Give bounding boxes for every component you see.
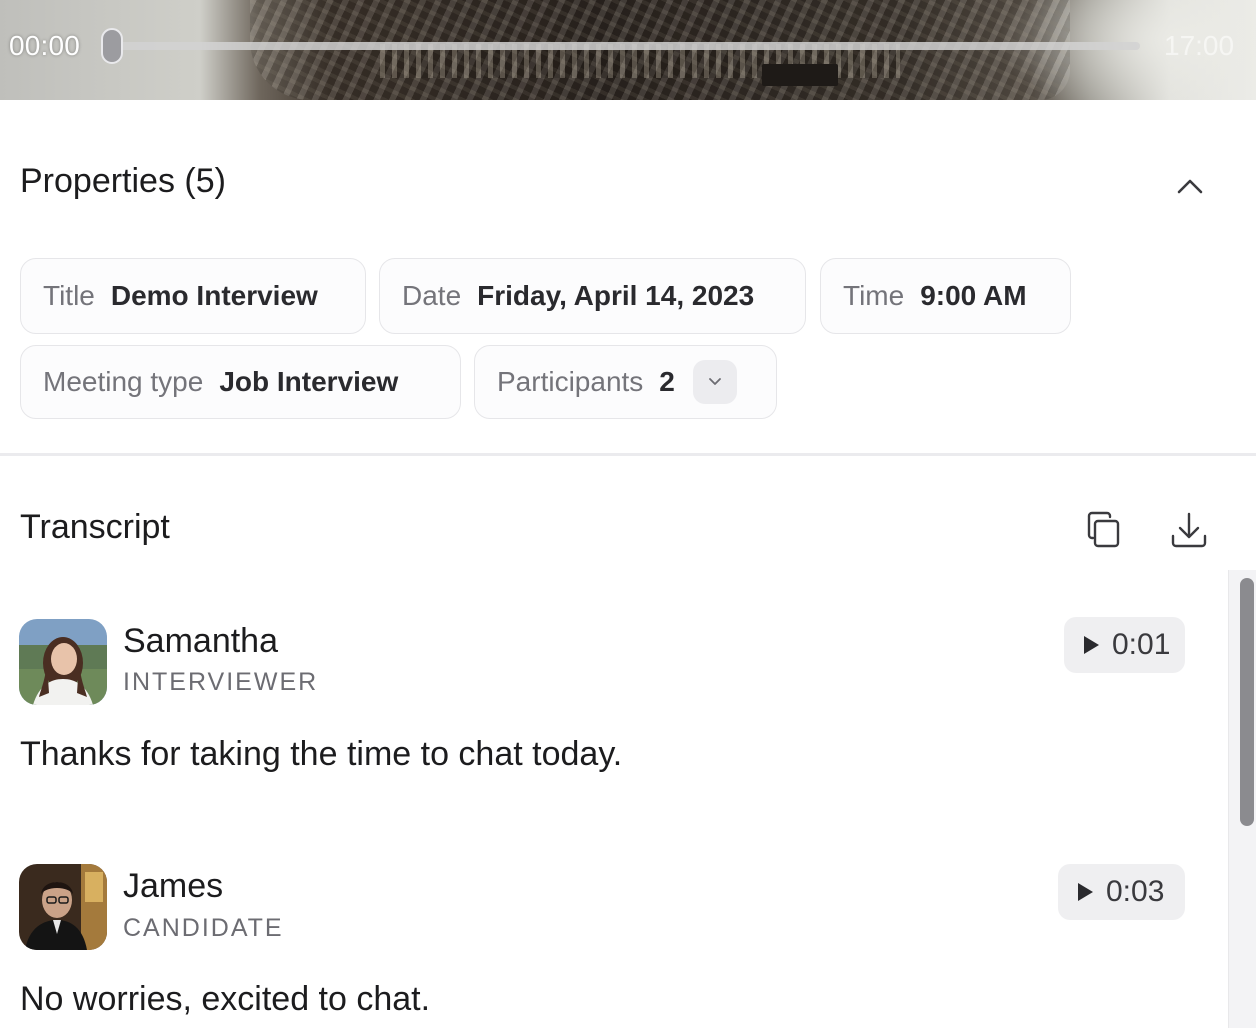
current-time-label: 00:00 [9,30,81,61]
property-value: Job Interview [219,366,399,397]
video-frame-logo-patch [762,64,838,86]
properties-heading: Properties (5) [20,162,226,200]
play-icon [1076,882,1094,902]
timestamp-label: 0:01 [1112,628,1171,661]
participants-dropdown-button[interactable] [692,360,737,404]
copy-icon [1087,511,1120,548]
speaker-name: James [123,867,224,905]
property-key: Participants [497,366,644,397]
video-progress-track[interactable] [114,42,1140,50]
transcript-scrollbar-thumb[interactable] [1240,578,1254,826]
transcript-heading: Transcript [20,508,170,546]
property-chip-title[interactable]: Title Demo Interview [20,258,366,334]
property-chip-meeting-type[interactable]: Meeting type Job Interview [20,345,461,419]
speaker-name: Samantha [123,622,278,660]
video-preview[interactable]: 00:00 17:00 [0,0,1256,100]
property-key: Date [402,280,462,311]
timestamp-play-button[interactable]: 0:03 [1058,864,1185,920]
download-transcript-button[interactable] [1165,506,1213,554]
properties-collapse-button[interactable] [1172,168,1208,204]
avatar [19,619,107,705]
property-chip-date[interactable]: Date Friday, April 14, 2023 [379,258,806,334]
property-value: Friday, April 14, 2023 [477,280,755,311]
play-icon [1082,635,1100,655]
property-chip-time[interactable]: Time 9:00 AM [820,258,1071,334]
download-icon [1171,512,1207,548]
video-progress-thumb[interactable] [101,28,123,64]
avatar [19,864,107,950]
property-chip-participants[interactable]: Participants 2 [474,345,777,419]
section-divider [0,453,1256,456]
utterance-text: No worries, excited to chat. [20,980,431,1018]
chevron-down-icon [708,378,721,385]
property-value: Demo Interview [110,280,318,311]
copy-transcript-button[interactable] [1080,506,1128,554]
chevron-up-icon [1177,179,1203,194]
property-key: Time [843,280,905,311]
speaker-role: INTERVIEWER [123,668,319,696]
property-value: 2 [659,366,675,397]
speaker-role: CANDIDATE [123,914,284,942]
timestamp-play-button[interactable]: 0:01 [1064,617,1185,673]
meeting-detail-panel: 00:00 17:00 Properties (5) Title Demo In… [0,0,1256,1028]
timestamp-label: 0:03 [1106,875,1165,908]
property-key: Meeting type [43,366,204,397]
total-time-label: 17:00 [1164,30,1235,61]
property-key: Title [43,280,95,311]
utterance-text: Thanks for taking the time to chat today… [20,735,623,773]
property-value: 9:00 AM [920,280,1027,311]
